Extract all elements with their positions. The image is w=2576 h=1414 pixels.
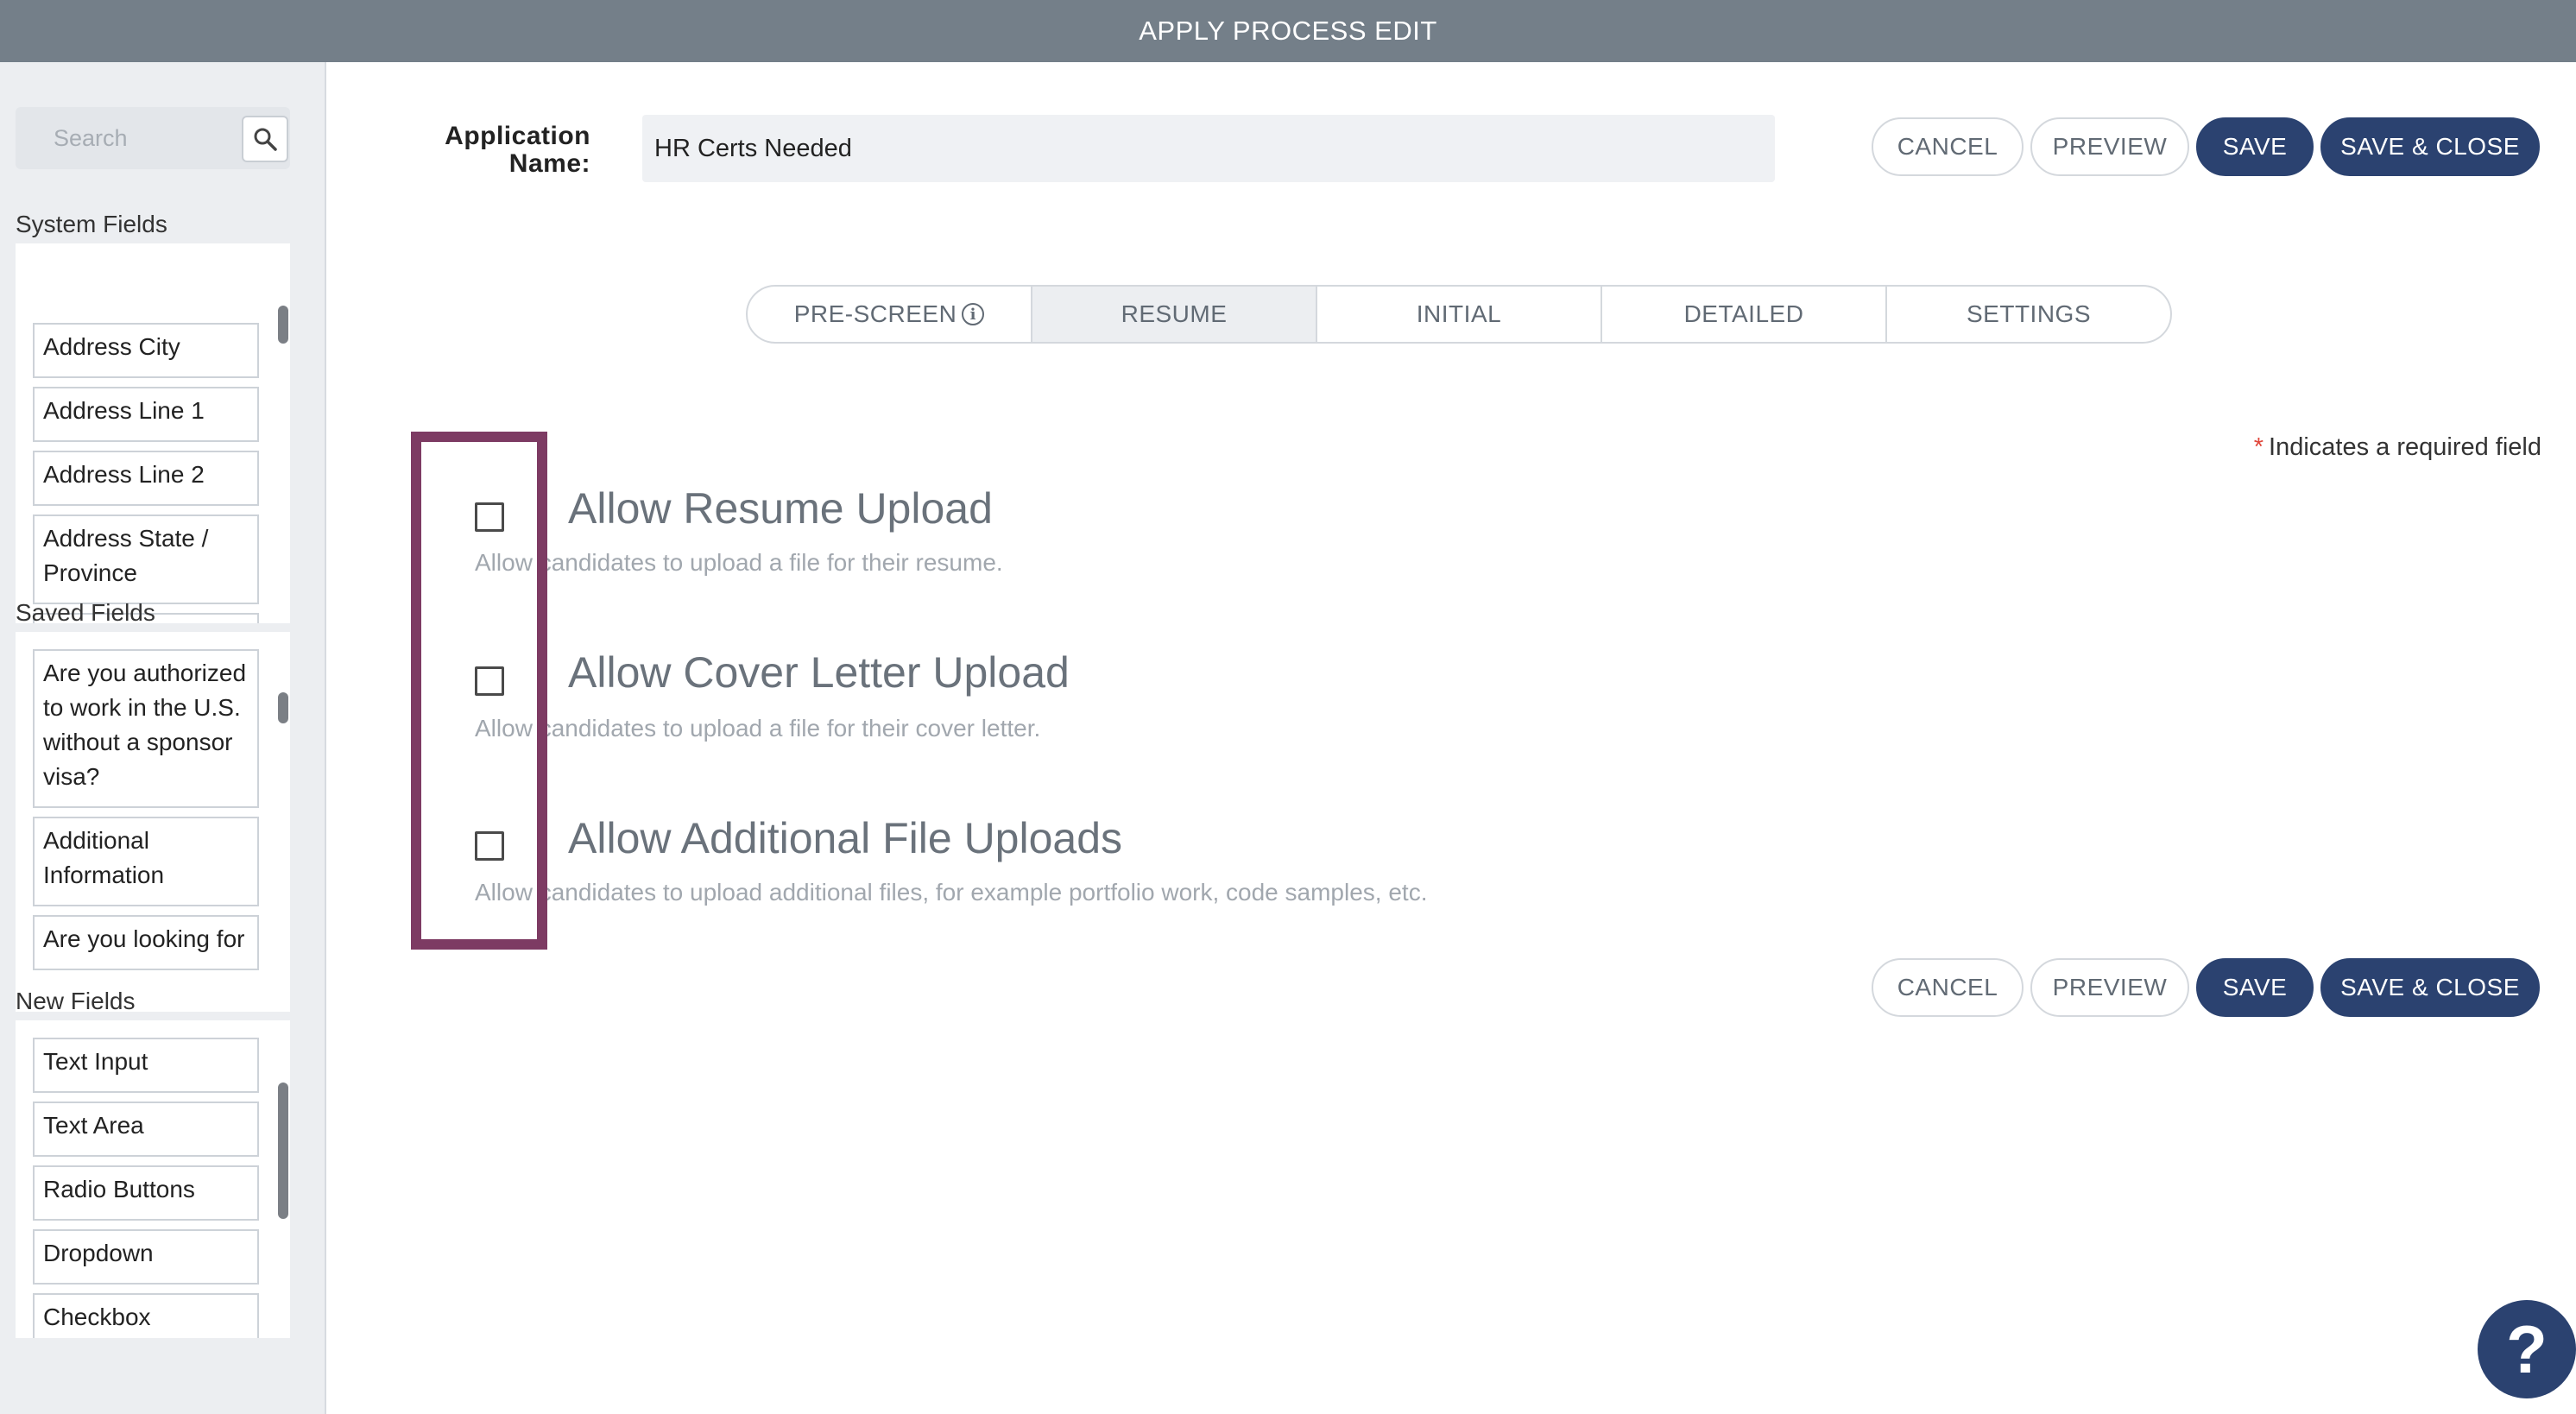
field-item[interactable]: Address State / Province: [33, 514, 259, 604]
tab-detailed[interactable]: DETAILED: [1602, 287, 1887, 342]
tab-settings[interactable]: SETTINGS: [1887, 287, 2170, 342]
field-item[interactable]: Additional Information: [33, 817, 259, 906]
saved-fields-panel[interactable]: Are you authorized to work in the U.S. w…: [16, 632, 290, 1012]
required-note-text: Indicates a required field: [2269, 433, 2541, 461]
help-button[interactable]: ?: [2478, 1300, 2576, 1398]
tab-label: SETTINGS: [1966, 300, 2091, 327]
search-icon: [254, 128, 277, 151]
info-icon[interactable]: i: [962, 303, 985, 325]
field-item[interactable]: Address Line 2: [33, 451, 259, 506]
checkbox-highlight-frame: [411, 432, 547, 950]
saved-fields-title: Saved Fields: [16, 599, 155, 626]
tab-resume[interactable]: RESUME: [1032, 287, 1317, 342]
page-title: APPLY PROCESS EDIT: [1139, 16, 1437, 46]
new-fields-title: New Fields: [16, 988, 136, 1014]
cover-letter-upload-title: Allow Cover Letter Upload: [568, 648, 1070, 697]
tab-pre-screen[interactable]: PRE-SCREEN i: [748, 287, 1032, 342]
preview-button[interactable]: PREVIEW: [2030, 117, 2189, 176]
save-close-button-bottom[interactable]: SAVE & CLOSE: [2320, 958, 2540, 1017]
system-fields-scrollbar[interactable]: [278, 306, 288, 344]
tab-label: PRE-SCREEN: [793, 300, 957, 327]
tab-label: DETAILED: [1683, 300, 1804, 327]
tab-label: RESUME: [1121, 300, 1228, 327]
field-item-checkbox[interactable]: Checkbox: [33, 1293, 259, 1338]
field-item[interactable]: Address Line 1: [33, 387, 259, 442]
field-item-text-input[interactable]: Text Input: [33, 1038, 259, 1093]
resume-upload-title: Allow Resume Upload: [568, 484, 993, 533]
help-icon: ?: [2506, 1310, 2548, 1387]
field-item-radio-buttons[interactable]: Radio Buttons: [33, 1165, 259, 1221]
additional-files-upload-title: Allow Additional File Uploads: [568, 814, 1123, 862]
additional-files-upload-description: Allow candidates to upload additional fi…: [475, 879, 1428, 906]
field-item-text-area[interactable]: Text Area: [33, 1102, 259, 1157]
saved-fields-scrollbar[interactable]: [278, 692, 288, 723]
field-item-dropdown[interactable]: Dropdown: [33, 1229, 259, 1285]
application-name-label: Application Name:: [445, 122, 590, 178]
system-fields-title: System Fields: [16, 211, 167, 237]
save-close-button[interactable]: SAVE & CLOSE: [2320, 117, 2540, 176]
preview-button-bottom[interactable]: PREVIEW: [2030, 958, 2189, 1017]
system-fields-panel[interactable]: Address City Address Line 1 Address Line…: [16, 243, 290, 623]
cancel-button[interactable]: CANCEL: [1872, 117, 2024, 176]
cancel-button-bottom[interactable]: CANCEL: [1872, 958, 2024, 1017]
resume-upload-description: Allow candidates to upload a file for th…: [475, 549, 1003, 576]
field-item[interactable]: Are you authorized to work in the U.S. w…: [33, 649, 259, 808]
required-star: *: [2253, 433, 2264, 461]
application-name-input[interactable]: [642, 115, 1775, 182]
save-button[interactable]: SAVE: [2196, 117, 2314, 176]
field-sidebar: System Fields Address City Address Line …: [0, 62, 326, 1414]
page-header: APPLY PROCESS EDIT: [0, 0, 2576, 62]
new-fields-scrollbar[interactable]: [278, 1083, 288, 1219]
field-item[interactable]: Address City: [33, 323, 259, 378]
search-input[interactable]: [16, 107, 240, 169]
new-fields-panel[interactable]: Text Input Text Area Radio Buttons Dropd…: [16, 1020, 290, 1338]
process-tabs: PRE-SCREEN i RESUME INITIAL DETAILED SET…: [746, 285, 2172, 344]
search-button[interactable]: [242, 116, 288, 162]
field-item[interactable]: Are you looking for: [33, 915, 259, 970]
tab-initial[interactable]: INITIAL: [1317, 287, 1602, 342]
save-button-bottom[interactable]: SAVE: [2196, 958, 2314, 1017]
tab-label: INITIAL: [1416, 300, 1502, 327]
cover-letter-upload-description: Allow candidates to upload a file for th…: [475, 715, 1041, 742]
required-field-note: * Indicates a required field: [2254, 433, 2541, 462]
search-box: [16, 107, 290, 169]
